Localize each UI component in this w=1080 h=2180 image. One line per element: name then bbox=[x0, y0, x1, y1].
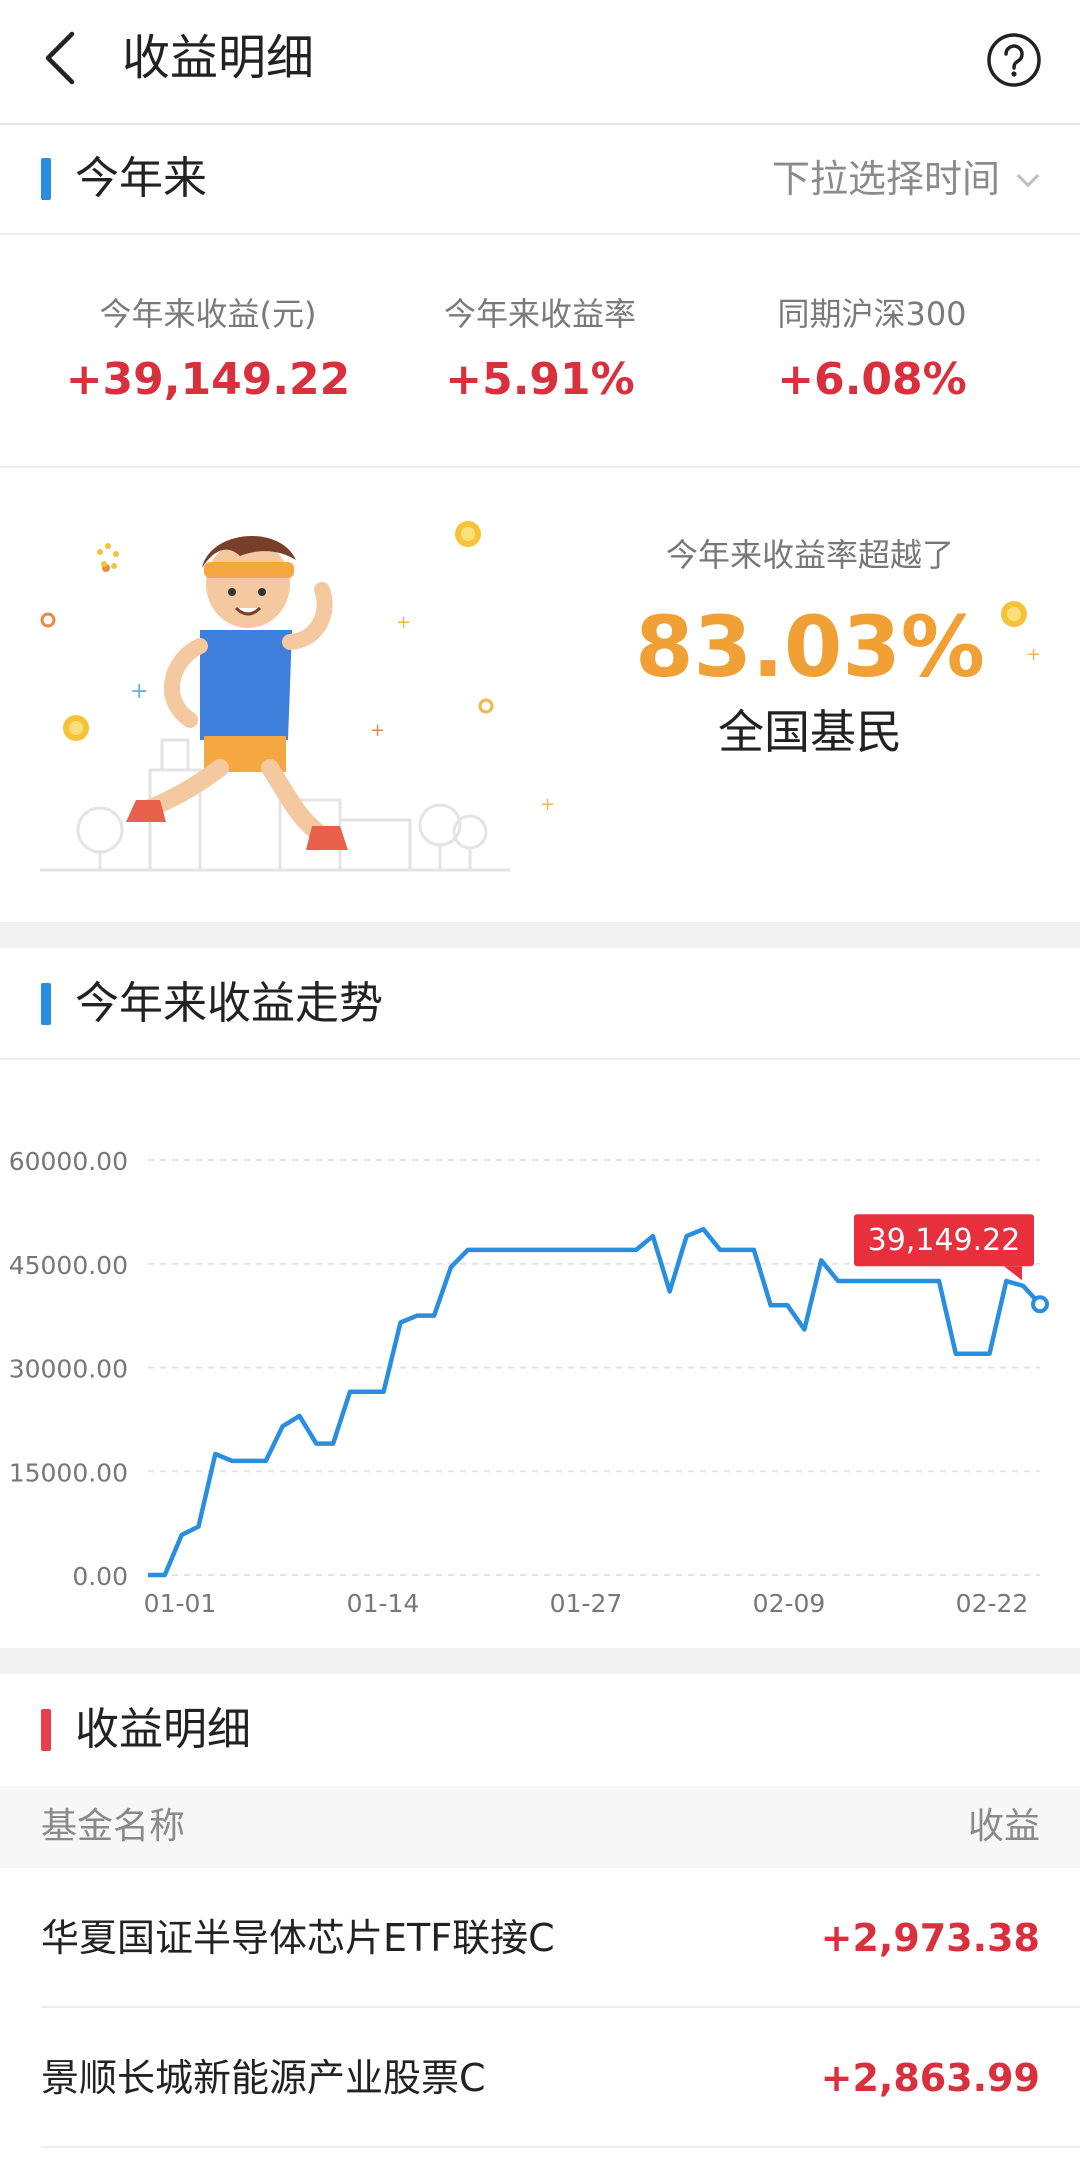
section-gap bbox=[0, 922, 1080, 948]
profit-trend-chart[interactable]: 60000.00 45000.00 30000.00 15000.00 0.00 01-0… bbox=[0, 1090, 1080, 1650]
trend-section-header: 今年来收益走势 bbox=[0, 952, 1080, 1058]
fund-name: 景顺长城新能源产业股票C bbox=[41, 2056, 486, 2100]
page-title: 收益明细 bbox=[122, 30, 315, 86]
fund-profit: +2,863.99 bbox=[820, 2056, 1040, 2100]
divider bbox=[0, 233, 1080, 235]
stat-ytd-profit: 今年来收益(元) +39,149.22 bbox=[28, 292, 388, 410]
top-bar: 收益明细 bbox=[0, 0, 1080, 125]
stat-label: 今年来收益(元) bbox=[99, 295, 317, 333]
detail-section-header: 收益明细 bbox=[0, 1678, 1080, 1784]
stat-value: +39,149.22 bbox=[65, 354, 351, 405]
section-accent-bar bbox=[41, 1709, 51, 1751]
last-value-label: 39,149.22 bbox=[868, 1223, 1021, 1258]
section-title: 收益明细 bbox=[75, 1704, 251, 1755]
stat-hs300: 同期沪深300 +6.08% bbox=[692, 292, 1052, 410]
badge-pointer bbox=[1004, 1266, 1022, 1281]
y-tick-label: 45000.00 bbox=[9, 1251, 128, 1280]
x-tick-label: 01-01 bbox=[144, 1589, 217, 1618]
y-tick-label: 15000.00 bbox=[9, 1458, 128, 1487]
table-header: 基金名称 收益 bbox=[0, 1786, 1080, 1868]
series-line bbox=[148, 1226, 1042, 1578]
svg-text:+: + bbox=[396, 612, 411, 633]
section-gap bbox=[0, 1648, 1080, 1674]
stat-label: 同期沪深300 bbox=[777, 295, 967, 333]
time-picker[interactable]: 下拉选择时间 bbox=[771, 153, 1040, 205]
chevron-down-icon bbox=[1016, 164, 1040, 188]
svg-text:+: + bbox=[540, 794, 555, 815]
stat-ytd-rate: 今年来收益率 +5.91% bbox=[360, 292, 720, 410]
stat-value: +5.91% bbox=[445, 354, 635, 405]
table-row[interactable]: 华夏国证半导体芯片ETF联接C +2,973.38 bbox=[0, 1868, 1080, 2008]
x-tick-label: 01-14 bbox=[347, 1589, 420, 1618]
section-title: 今年来 bbox=[75, 153, 207, 204]
stat-label: 今年来收益率 bbox=[443, 295, 636, 333]
column-fund-name: 基金名称 bbox=[41, 1806, 186, 1847]
y-tick-label: 60000.00 bbox=[9, 1147, 128, 1176]
x-tick-label: 02-09 bbox=[753, 1589, 826, 1618]
divider bbox=[0, 466, 1080, 468]
runner-illustration: + + + + bbox=[40, 521, 555, 872]
ytd-section-header: 今年来 下拉选择时间 bbox=[0, 127, 1080, 233]
y-tick-label: 0.00 bbox=[72, 1562, 128, 1591]
beat-target: 全国基民 bbox=[718, 705, 902, 759]
x-tick-label: 01-27 bbox=[550, 1589, 623, 1618]
row-divider bbox=[41, 2146, 1080, 2148]
fund-name: 华夏国证半导体芯片ETF联接C bbox=[41, 1916, 555, 1960]
beat-caption: 今年来收益率超越了 bbox=[665, 536, 954, 574]
section-title: 今年来收益走势 bbox=[75, 978, 383, 1029]
chevron-left-icon[interactable] bbox=[40, 28, 80, 88]
y-tick-label: 30000.00 bbox=[9, 1355, 128, 1384]
time-picker-label: 下拉选择时间 bbox=[771, 157, 1000, 201]
divider bbox=[0, 1058, 1080, 1060]
coin-decoration: + bbox=[1001, 601, 1041, 665]
beat-panel: 今年来收益率超越了 83.03% 全国基民 bbox=[610, 532, 1010, 762]
stat-value: +6.08% bbox=[777, 354, 967, 405]
fund-profit: +2,973.38 bbox=[820, 1916, 1040, 1960]
section-accent-bar bbox=[41, 158, 51, 200]
svg-text:+: + bbox=[370, 720, 385, 741]
question-circle-icon[interactable] bbox=[986, 32, 1042, 88]
column-profit: 收益 bbox=[967, 1806, 1040, 1847]
last-point-marker bbox=[1031, 1295, 1049, 1314]
section-accent-bar bbox=[41, 983, 51, 1025]
x-tick-label: 02-22 bbox=[956, 1589, 1029, 1618]
svg-text:+: + bbox=[130, 679, 148, 704]
table-row[interactable]: 景顺长城新能源产业股票C +2,863.99 bbox=[0, 2008, 1080, 2148]
beat-percent: 83.03% bbox=[635, 598, 985, 696]
svg-text:+: + bbox=[1026, 644, 1041, 665]
